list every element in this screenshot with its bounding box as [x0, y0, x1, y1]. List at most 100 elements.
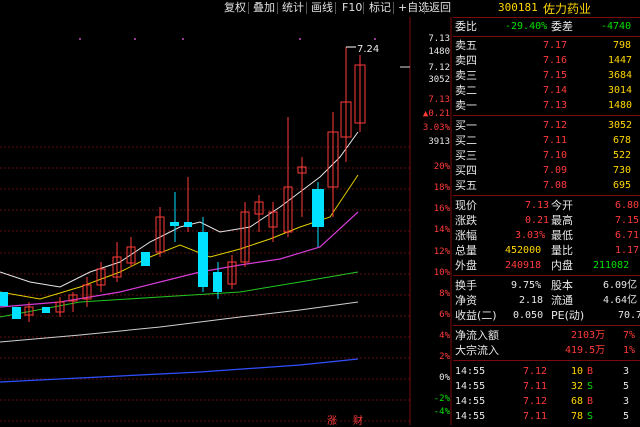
ask-volume: 1447 [608, 55, 633, 66]
tick-volume: 10 [571, 366, 584, 377]
stat-value: 9.75% [511, 280, 542, 291]
ask-price: 7.17 [543, 40, 568, 51]
pct-tick: 18% [433, 183, 450, 193]
tick-count: 3 [623, 396, 630, 407]
pct-tick: 6% [439, 310, 450, 320]
stat-value: 0.21 [525, 215, 550, 226]
high-price-label: 7.24 [357, 44, 380, 55]
pct-tick: 8% [439, 289, 450, 299]
pct-tick: 2% [439, 352, 450, 362]
bid-price: 7.09 [543, 165, 568, 176]
bid-volume: 3052 [608, 120, 633, 131]
candle [198, 232, 208, 287]
fuquan-button[interactable]: 复权 [222, 0, 248, 16]
ask-volume: 1480 [608, 100, 633, 111]
tick-price: 7.12 [523, 366, 548, 377]
ask-row: 卖三 7.15 3684 [453, 68, 640, 83]
stat-label: 外盘 [455, 259, 477, 272]
weicha-label: 委差 [551, 20, 573, 33]
stat2-row: 净资 2.18 流通 4.64亿 [453, 293, 640, 308]
axis-price: 7.12 [428, 63, 450, 73]
toolbar-divider [335, 2, 336, 14]
axis-price: 7.13 [428, 34, 450, 44]
ask-price: 7.13 [543, 100, 568, 111]
tick-volume: 78 [571, 411, 584, 422]
candle [184, 222, 192, 227]
pct-tick: -4% [433, 407, 450, 417]
stat-value: 0.050 [513, 310, 544, 321]
toolbar-divider [363, 2, 364, 14]
add-favorite-button[interactable]: +自选 [396, 0, 431, 16]
toolbar-divider [248, 2, 249, 14]
stat-label: 今开 [551, 199, 573, 212]
bid-volume: 522 [613, 150, 632, 161]
weibi-value: -29.40% [505, 21, 548, 32]
ask-label: 卖一 [455, 99, 477, 112]
f10-button[interactable]: F10 [340, 0, 364, 16]
pct-tick: 16% [433, 204, 450, 214]
pct-tick: 12% [433, 247, 450, 257]
weibi-label: 委比 [455, 20, 477, 33]
stats-button[interactable]: 统计 [280, 0, 306, 16]
stat-row: 总量 452000 量比 1.17 [453, 243, 640, 258]
candle [141, 252, 150, 266]
stat-value: 6.71 [615, 230, 640, 241]
stat-label: 收益(二) [455, 309, 497, 322]
toolbar-divider [277, 2, 278, 14]
overlay-button[interactable]: 叠加 [251, 0, 277, 16]
bid-row: 买三 7.10 522 [453, 148, 640, 163]
back-button[interactable]: 返回 [427, 0, 453, 16]
candle [0, 292, 8, 306]
flow-label: 净流入额 [455, 329, 499, 342]
tick-count: 5 [623, 411, 630, 422]
tick-price: 7.11 [523, 381, 548, 392]
toolbar-divider [424, 2, 425, 14]
bid-label: 买三 [455, 149, 477, 162]
pct-tick: 10% [433, 268, 450, 278]
toolbar-divider [306, 2, 307, 14]
stat-label: 总量 [455, 244, 477, 257]
pct-tick: 20% [433, 162, 450, 172]
ask-label: 卖五 [455, 39, 477, 52]
bid-label: 买四 [455, 164, 477, 177]
pct-tick: -2% [433, 394, 450, 404]
ask-label: 卖四 [455, 54, 477, 67]
stat-value: 6.09亿 [603, 280, 638, 291]
stock-name: 佐力药业 [543, 2, 592, 16]
tick-count: 5 [623, 381, 630, 392]
candle [213, 272, 222, 292]
tick-time: 14:55 [455, 381, 486, 392]
flow-value: 419.5万 [565, 345, 606, 356]
bid-volume: 730 [613, 165, 632, 176]
mark-button[interactable]: 标记 [367, 0, 393, 16]
axis-vol: 3052 [428, 75, 450, 85]
ask-label: 卖二 [455, 84, 477, 97]
candle [312, 189, 324, 227]
tick-row: 14:55 7.12 10 B 3 [453, 364, 640, 379]
pct-tick: 4% [439, 331, 450, 341]
axis-price: 7.13 [428, 95, 450, 105]
bid-price: 7.08 [543, 180, 568, 191]
draw-line-button[interactable]: 画线 [309, 0, 335, 16]
stock-code: 300181 [498, 1, 538, 14]
stat-label: 流通 [551, 294, 573, 307]
flow-pct: 1% [623, 345, 636, 356]
stat-row: 现价 7.13 今开 6.80 [453, 198, 640, 213]
tick-volume: 32 [571, 381, 584, 392]
stat-label: 量比 [551, 244, 573, 257]
tick-side: B [587, 366, 594, 377]
flow-label: 大宗流入 [455, 344, 499, 357]
bid-row: 买二 7.11 678 [453, 133, 640, 148]
bid-label: 买一 [455, 119, 477, 132]
tick-row: 14:55 7.11 32 S 5 [453, 379, 640, 394]
bid-volume: 695 [613, 180, 632, 191]
stat-value: 3.03% [515, 230, 546, 241]
stat-label: 净资 [455, 294, 477, 307]
stat-value: 7.13 [525, 200, 550, 211]
bid-price: 7.12 [543, 120, 568, 131]
tick-row: 14:55 7.12 68 B 3 [453, 394, 640, 409]
kline-chart[interactable]: 7.24 7.13 1480 7.12 3052 7.13 ▲0.21 3.03… [0, 17, 452, 427]
ma-line-gray [0, 301, 359, 343]
candle [12, 307, 21, 319]
stat-label: 最低 [551, 229, 573, 242]
